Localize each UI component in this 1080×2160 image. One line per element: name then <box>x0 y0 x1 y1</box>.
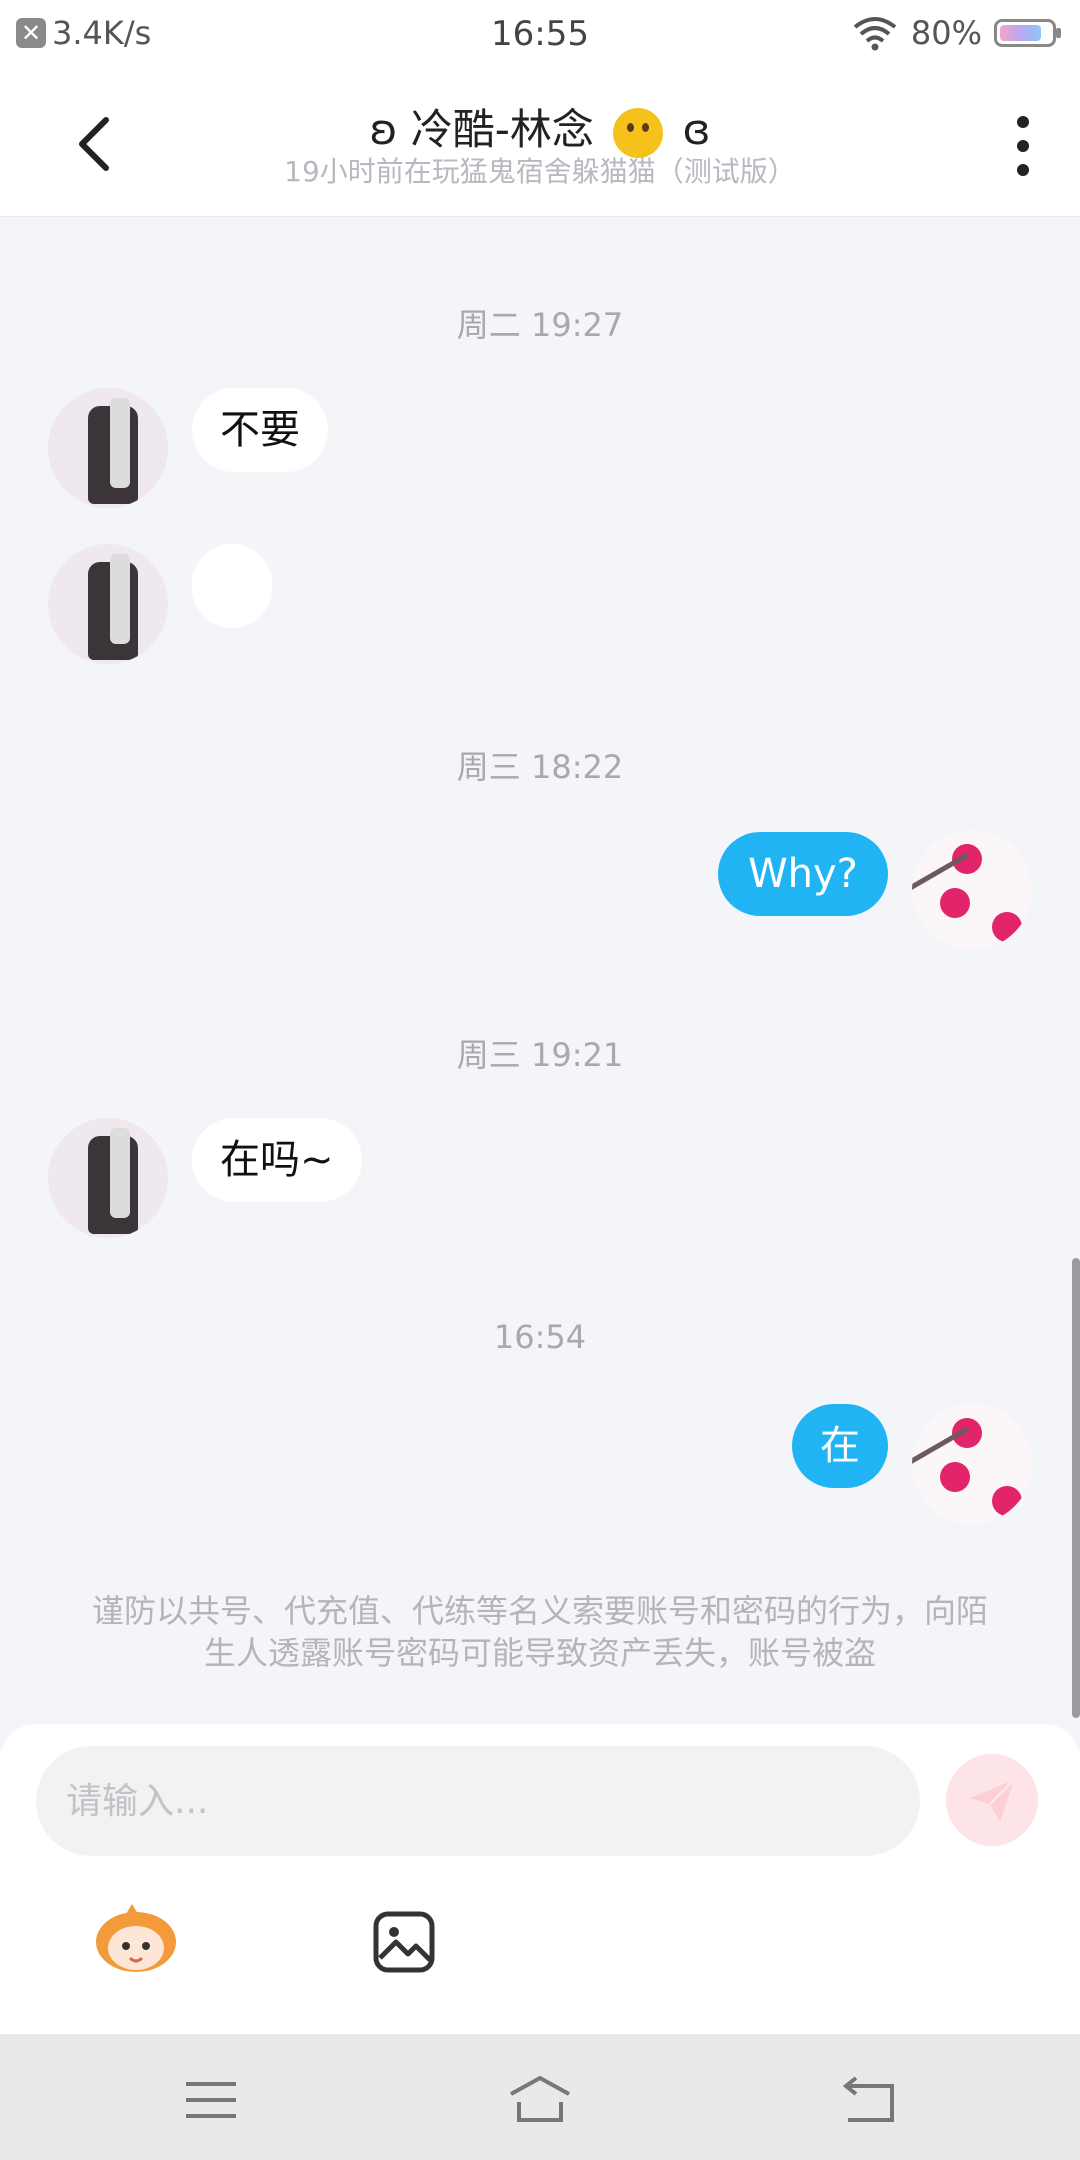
timestamp: 周三 19:21 <box>456 1036 624 1074</box>
outgoing-message-bubble[interactable]: Why? <box>718 832 888 916</box>
my-avatar[interactable] <box>912 1404 1032 1524</box>
contact-avatar[interactable] <box>48 544 168 664</box>
more-options-icon[interactable] <box>1016 116 1030 176</box>
monkey-mascot-icon[interactable] <box>92 1904 180 1976</box>
scrollbar[interactable] <box>1072 1258 1080 1718</box>
image-picker-icon[interactable] <box>372 1910 436 1974</box>
my-avatar[interactable] <box>912 830 1032 950</box>
contact-avatar[interactable] <box>48 388 168 508</box>
menu-icon[interactable] <box>176 2072 246 2128</box>
send-button[interactable] <box>946 1754 1038 1846</box>
status-bar: ✕ 3.4K/s 16:55 80% <box>0 0 1080 72</box>
message-composer <box>0 1724 1080 2034</box>
contact-name: ʚ 冷酷-林念 <box>369 105 594 154</box>
back-icon[interactable] <box>834 2072 904 2128</box>
security-notice: 谨防以共号、代充值、代练等名义索要账号和密码的行为，向陌生人透露账号密码可能导致… <box>91 1592 988 1672</box>
incoming-message-bubble[interactable]: 不要 <box>192 388 328 472</box>
title-decoration: ɞ <box>682 105 711 154</box>
timestamp: 16:54 <box>493 1318 587 1356</box>
home-icon[interactable] <box>505 2072 575 2128</box>
timestamp: 周二 19:27 <box>456 306 624 344</box>
contact-avatar[interactable] <box>48 1118 168 1238</box>
incoming-message-bubble[interactable] <box>192 544 272 628</box>
chat-header: ʚ 冷酷-林念 ɞ 19小时前在玩猛鬼宿舍躲猫猫（测试版） <box>0 72 1080 217</box>
incoming-message-bubble[interactable]: 在吗~ <box>192 1118 362 1202</box>
message-input[interactable] <box>36 1746 920 1856</box>
timestamp: 周三 18:22 <box>456 748 624 786</box>
system-nav-bar <box>0 2034 1080 2160</box>
contact-status: 19小时前在玩猛鬼宿舍躲猫猫（测试版） <box>284 155 796 188</box>
battery-percent: 80% <box>910 14 982 52</box>
chat-title: ʚ 冷酷-林念 ɞ <box>0 96 1080 158</box>
paper-plane-icon <box>970 1778 1016 1822</box>
wifi-icon <box>853 17 897 51</box>
outgoing-message-bubble[interactable]: 在 <box>792 1404 888 1488</box>
battery-icon <box>994 19 1061 47</box>
status-right: 80% <box>851 14 1061 52</box>
